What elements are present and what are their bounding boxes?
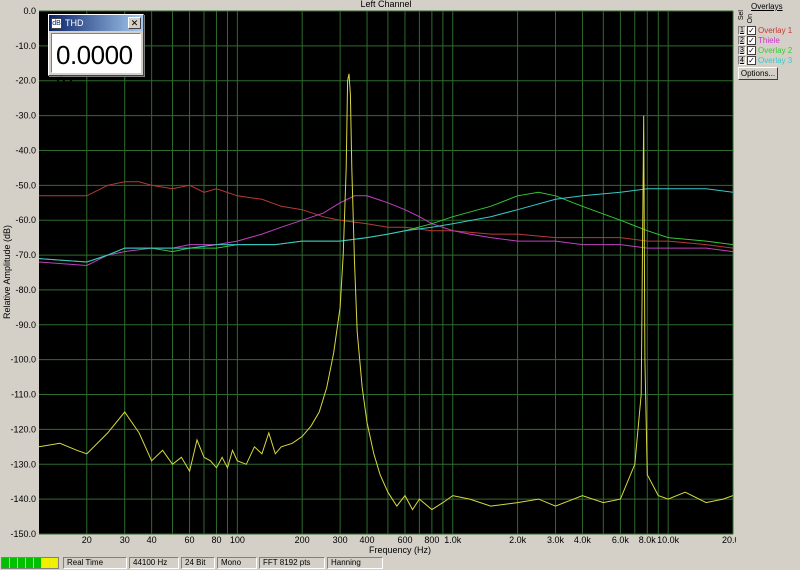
x-tick-label: 40 xyxy=(147,535,157,545)
meter-segment xyxy=(26,558,33,568)
x-tick-label: 6.0k xyxy=(612,535,630,545)
x-tick-label: 2.0k xyxy=(509,535,527,545)
y-axis-title: Relative Amplitude (dB) xyxy=(2,225,12,319)
sel-column-header: Sel xyxy=(738,10,745,21)
y-tick-label: -20.0 xyxy=(15,76,36,86)
y-tick-label: -100.0 xyxy=(10,355,36,365)
status-sample-rate: 44100 Hz xyxy=(129,557,179,569)
y-tick-label: -50.0 xyxy=(15,180,36,190)
close-icon[interactable]: ✕ xyxy=(128,17,141,29)
x-tick-label: 20 xyxy=(82,535,92,545)
status-bit-depth: 24 Bit xyxy=(181,557,215,569)
x-tick-label: 80 xyxy=(211,535,221,545)
x-tick-label: 10.0k xyxy=(657,535,680,545)
x-tick-label: 8.0k xyxy=(639,535,657,545)
x-tick-label: 600 xyxy=(397,535,412,545)
meter-segment xyxy=(34,558,41,568)
meter-segment xyxy=(18,558,25,568)
meter-segment xyxy=(50,558,57,568)
plot-area xyxy=(39,11,733,534)
x-tick-label: 30 xyxy=(120,535,130,545)
x-tick-label: 4.0k xyxy=(574,535,592,545)
status-window: Hanning xyxy=(327,557,383,569)
spectrum-analyzer-app: Left Channel 0.0 -10.0 -20.0 -30.0 -40.0 -50.… xyxy=(0,0,800,570)
y-tick-label: -80.0 xyxy=(15,285,36,295)
on-column-header: On xyxy=(747,14,754,24)
chart-title: Left Channel xyxy=(360,0,411,9)
overlay-select-button[interactable]: 2 xyxy=(738,35,746,45)
overlay-on-checkbox[interactable]: ✓ xyxy=(747,45,756,55)
y-tick-label: -10.0 xyxy=(15,41,36,51)
x-tick-label: 20.0k xyxy=(722,535,736,545)
overlay-label: Overlay 3 xyxy=(758,55,793,65)
y-tick-label: -30.0 xyxy=(15,111,36,121)
y-tick-label: 0.0 xyxy=(23,6,36,16)
status-channels: Mono xyxy=(217,557,257,569)
meter-segment xyxy=(42,558,49,568)
overlay-select-button[interactable]: 3 xyxy=(738,45,746,55)
x-tick-label: 300 xyxy=(333,535,348,545)
y-tick-label: -90.0 xyxy=(15,320,36,330)
x-tick-label: 3.0k xyxy=(547,535,565,545)
y-tick-label: -140.0 xyxy=(10,494,36,504)
overlay-on-checkbox[interactable]: ✓ xyxy=(747,55,756,65)
overlays-title: Overlays xyxy=(751,2,783,11)
x-tick-label: 1.0k xyxy=(444,535,462,545)
y-tick-label: -110.0 xyxy=(11,390,36,400)
thd-titlebar[interactable]: dB THD ✕ xyxy=(49,15,143,31)
thd-value: 0.0000 % xyxy=(56,40,133,101)
options-button[interactable]: Options... xyxy=(738,67,778,80)
thd-title: THD xyxy=(65,18,84,28)
overlay-row[interactable]: 3 ✓ Overlay 2 xyxy=(738,45,800,55)
overlay-label: Overlay 1 xyxy=(758,25,793,35)
status-fft: FFT 8192 pts xyxy=(259,557,325,569)
meter-segment xyxy=(10,558,17,568)
overlay-label: Thiele xyxy=(758,35,780,45)
status-mode: Real Time xyxy=(63,557,127,569)
overlay-row[interactable]: 2 ✓ Thiele xyxy=(738,35,800,45)
overlay-row[interactable]: 1 ✓ Overlay 1 xyxy=(738,25,800,35)
overlay-on-checkbox[interactable]: ✓ xyxy=(747,35,756,45)
x-tick-label: 800 xyxy=(424,535,439,545)
x-tick-label: 200 xyxy=(295,535,310,545)
thd-readout: 0.0000 % xyxy=(51,33,141,101)
meter-segment xyxy=(2,558,9,568)
overlay-label: Overlay 2 xyxy=(758,45,793,55)
x-tick-label: 60 xyxy=(185,535,195,545)
level-meter xyxy=(1,557,59,569)
y-tick-label: -150.0 xyxy=(10,529,36,539)
overlay-row[interactable]: 4 ✓ Overlay 3 xyxy=(738,55,800,65)
y-tick-label: -130.0 xyxy=(10,459,36,469)
overlay-on-checkbox[interactable]: ✓ xyxy=(747,25,756,35)
overlay-select-button[interactable]: 1 xyxy=(738,25,746,35)
y-tick-label: -120.0 xyxy=(10,424,36,434)
status-bar: Real Time 44100 Hz 24 Bit Mono FFT 8192 … xyxy=(0,556,800,570)
thd-window[interactable]: dB THD ✕ 0.0000 % xyxy=(48,14,144,101)
overlay-select-button[interactable]: 4 xyxy=(738,55,746,65)
y-tick-label: -70.0 xyxy=(15,250,36,260)
app-icon: dB xyxy=(51,17,62,29)
y-tick-label: -40.0 xyxy=(15,145,36,155)
x-tick-label: 100 xyxy=(230,535,245,545)
x-tick-label: 400 xyxy=(360,535,375,545)
x-axis-title: Frequency (Hz) xyxy=(369,545,431,555)
y-tick-label: -60.0 xyxy=(15,215,36,225)
